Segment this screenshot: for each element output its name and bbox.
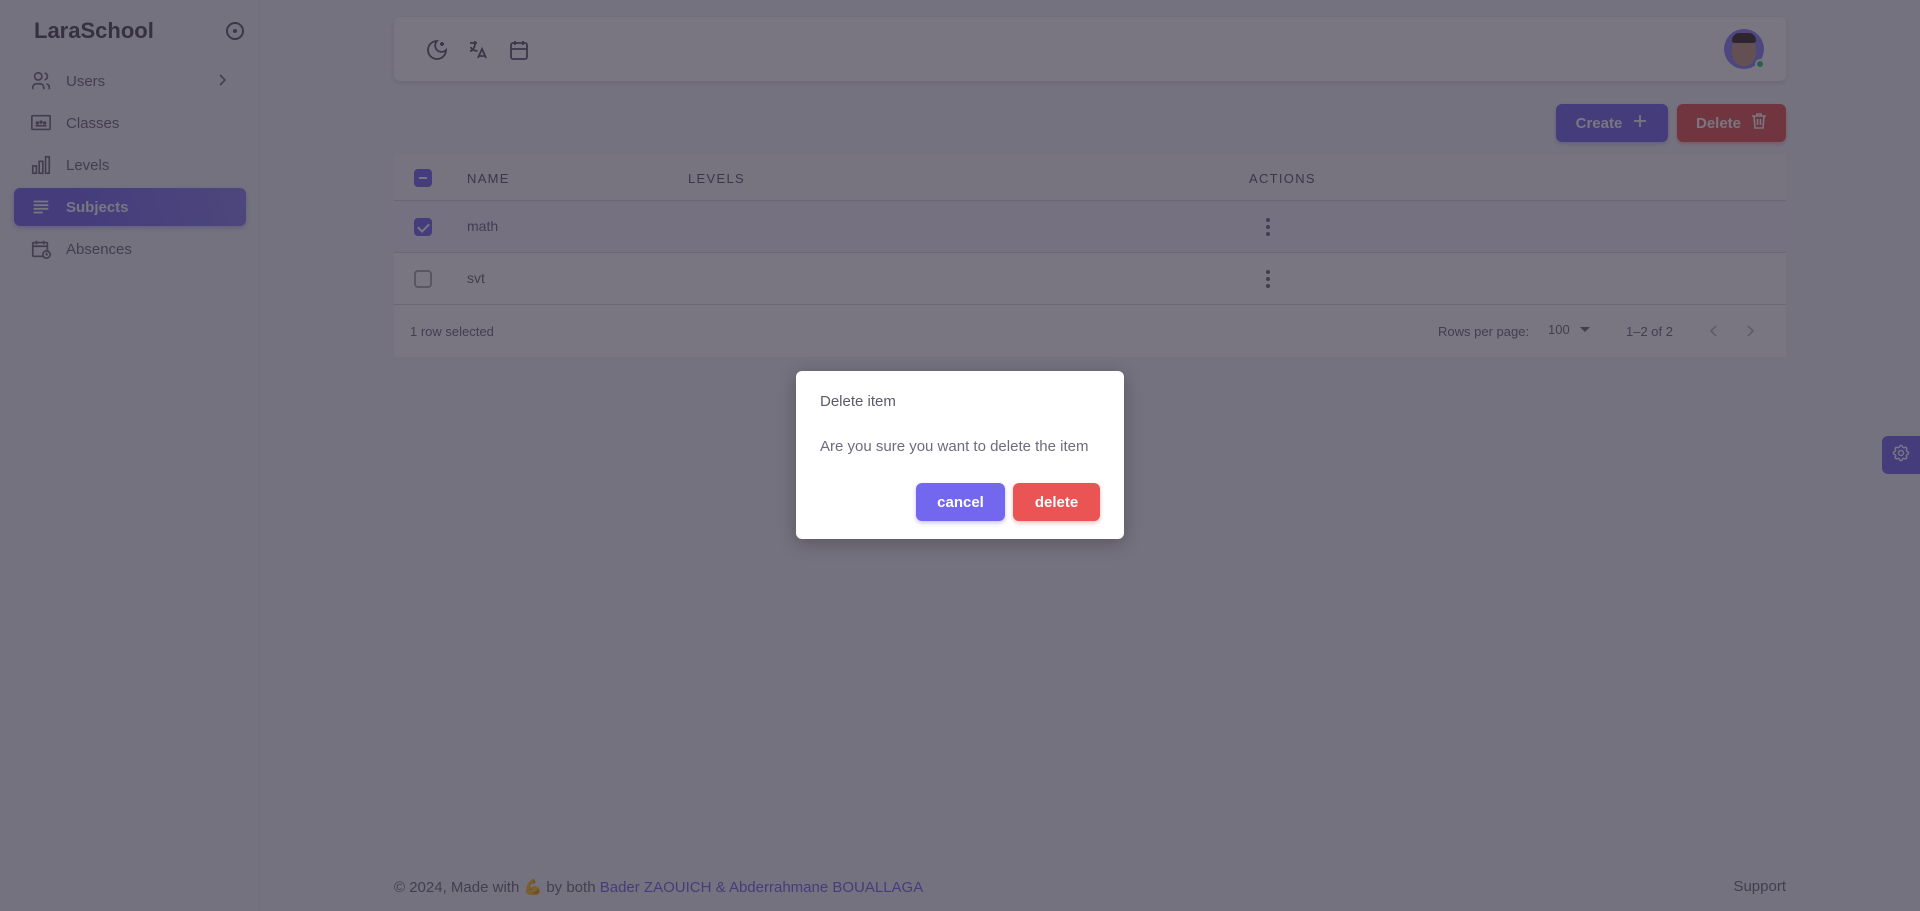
dialog-message: Are you sure you want to delete the item bbox=[820, 438, 1089, 455]
confirm-delete-button[interactable]: delete bbox=[1013, 483, 1100, 521]
cancel-button[interactable]: cancel bbox=[916, 483, 1005, 521]
delete-confirm-dialog: Delete item Are you sure you want to del… bbox=[796, 371, 1124, 539]
dialog-title: Delete item bbox=[820, 393, 896, 410]
